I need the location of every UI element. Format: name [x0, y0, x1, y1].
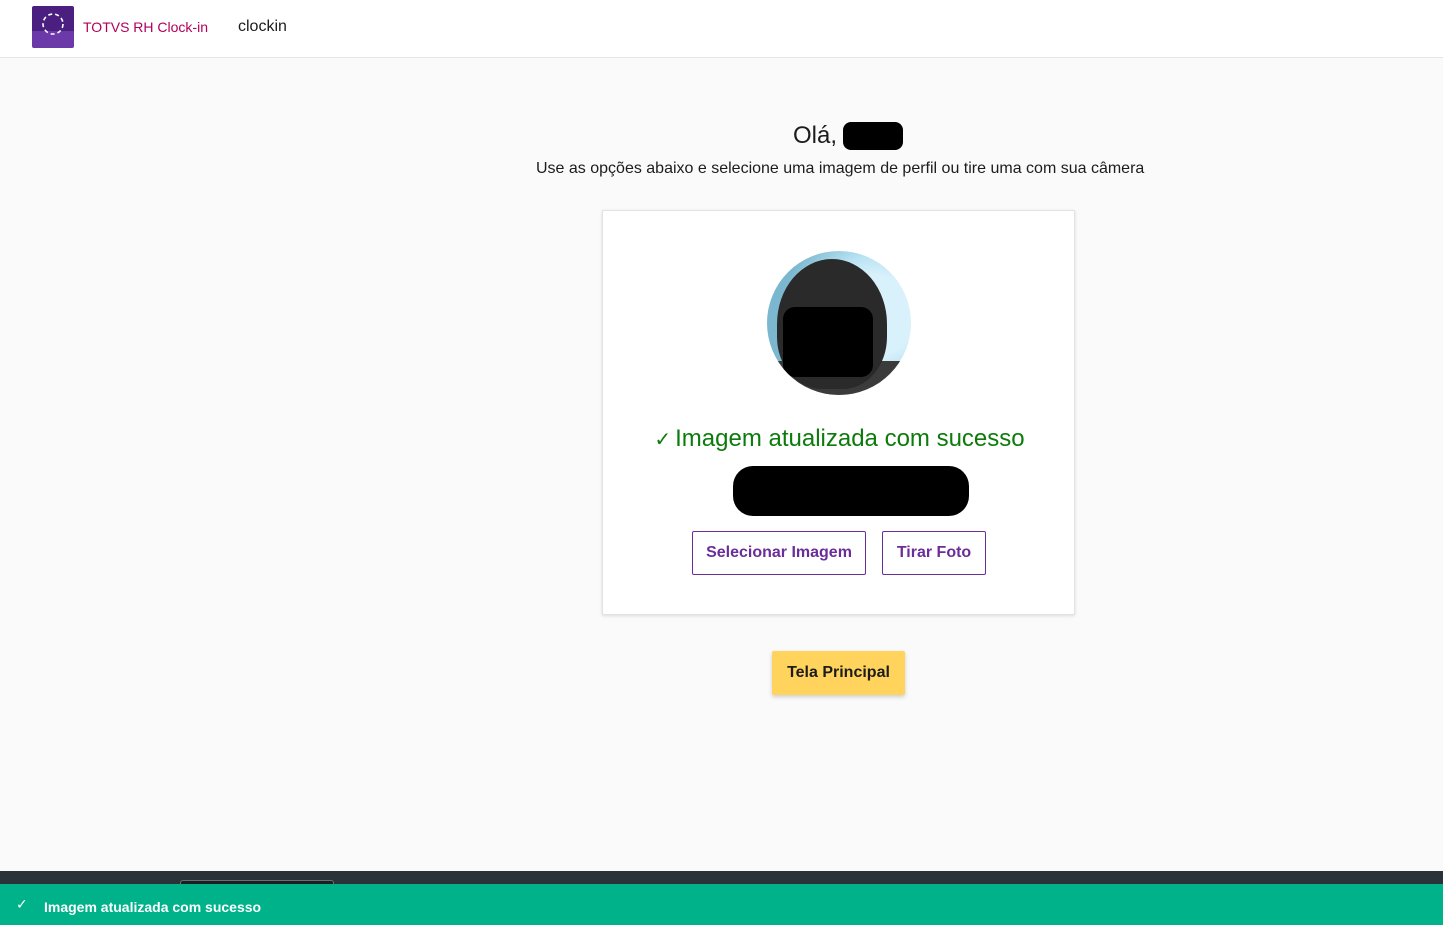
check-icon: ✓ [654, 429, 672, 451]
redacted-face [783, 307, 873, 377]
app-logo-icon[interactable] [32, 6, 74, 48]
select-image-button[interactable]: Selecionar Imagem [692, 531, 866, 575]
redacted-info [733, 466, 969, 516]
profile-avatar [767, 251, 911, 395]
toast-message: Imagem atualizada com sucesso [44, 899, 262, 915]
profile-image-card: ✓ Imagem atualizada com sucesso Seleciona… [602, 210, 1075, 615]
greeting-text: Olá, [793, 122, 838, 149]
footer-bar [0, 871, 1443, 886]
app-name: clockin [238, 18, 287, 35]
check-icon: ✓ [16, 896, 28, 912]
main-screen-button[interactable]: Tela Principal [772, 651, 905, 695]
success-toast: ✓ Imagem atualizada com sucesso [0, 884, 1443, 925]
status-message: ✓ Imagem atualizada com sucesso [603, 425, 1076, 453]
take-photo-button[interactable]: Tirar Foto [882, 531, 986, 575]
instructions-text: Use as opções abaixo e selecione uma ima… [536, 160, 1145, 177]
brand-name[interactable]: TOTVS RH Clock-in [83, 19, 208, 35]
top-navigation-bar: TOTVS RH Clock-in clockin [0, 0, 1443, 58]
status-message-text: Imagem atualizada com sucesso [675, 425, 1025, 452]
redacted-user-name [843, 122, 904, 150]
greeting: Olá, [793, 120, 904, 152]
